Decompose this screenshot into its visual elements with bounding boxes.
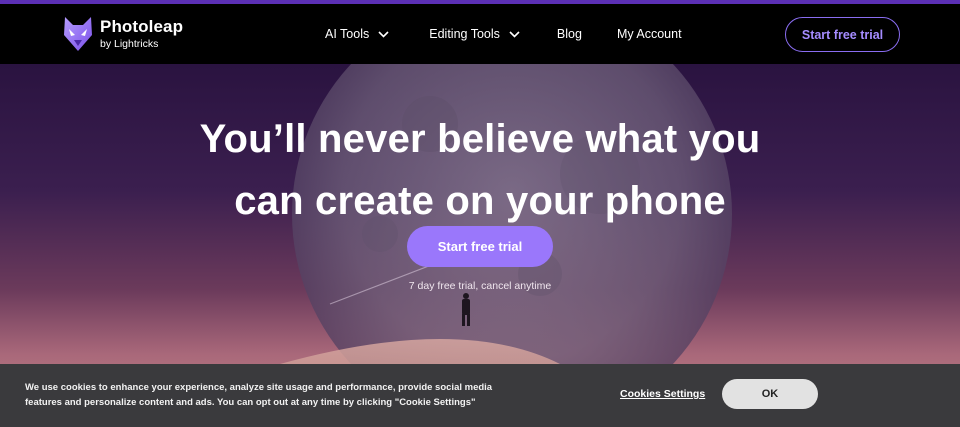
navbar: Photoleap by Lightricks AI Tools Editing… [0, 4, 960, 64]
nav-item-label: AI Tools [325, 27, 370, 41]
photoleap-fox-icon [64, 17, 92, 51]
brand-name: Photoleap [100, 17, 184, 37]
cookies-settings-link[interactable]: Cookies Settings [620, 388, 705, 400]
main-menu: AI Tools Editing Tools Blog My Account [325, 4, 682, 64]
brand-subtitle: by Lightricks [100, 38, 159, 51]
nav-item-ai-tools[interactable]: AI Tools [325, 27, 389, 41]
nav-item-label: My Account [616, 27, 682, 41]
cookie-message: We use cookies to enhance your experienc… [25, 380, 545, 410]
hero-headline-line-1: You’ll never believe what you [199, 117, 761, 161]
hero-headline: You’ll never believe what you can create… [0, 108, 960, 232]
start-free-trial-hero-button[interactable]: Start free trial [407, 226, 553, 267]
trial-note: 7 day free trial, cancel anytime [408, 280, 552, 292]
hero-headline-line-2: can create on your phone [234, 179, 726, 223]
nav-item-my-account[interactable]: My Account [617, 27, 682, 41]
brand-logo[interactable]: Photoleap by Lightricks [61, 15, 183, 53]
chevron-down-icon [378, 30, 389, 38]
nav-item-label: Editing Tools [429, 27, 500, 41]
cookie-ok-button[interactable]: OK [722, 379, 818, 409]
cookie-message-line-1: We use cookies to enhance your experienc… [25, 382, 493, 393]
cookie-message-line-2: features and personalize content and ads… [25, 397, 476, 408]
nav-item-editing-tools[interactable]: Editing Tools [429, 27, 520, 41]
nav-item-blog[interactable]: Blog [557, 27, 582, 41]
chevron-down-icon [509, 30, 520, 38]
cookie-banner: We use cookies to enhance your experienc… [0, 364, 960, 427]
nav-item-label: Blog [556, 27, 582, 41]
start-free-trial-nav-button[interactable]: Start free trial [785, 17, 900, 52]
